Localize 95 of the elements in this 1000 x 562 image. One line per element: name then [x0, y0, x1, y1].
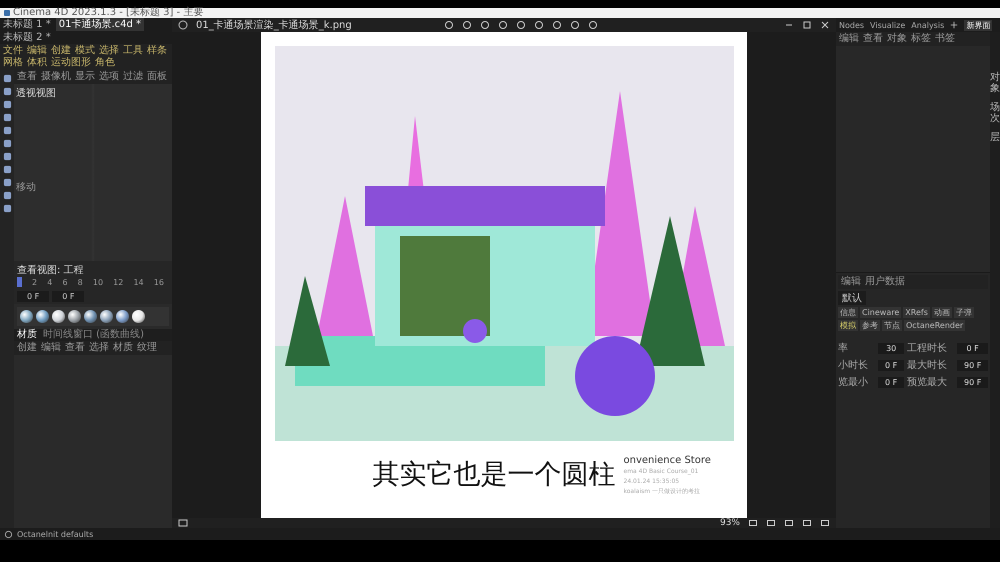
window-title: Cinema 4D 2023.1.3 - [未标题 3] - 主要 [13, 8, 204, 18]
material-ball[interactable] [52, 310, 65, 323]
tick-label: 12 [113, 277, 124, 289]
tick-label: 4 [47, 277, 52, 289]
attribute-tab[interactable]: 模拟 [838, 320, 858, 331]
menu-item[interactable]: 编辑 [841, 276, 861, 288]
material-ball[interactable] [116, 310, 129, 323]
value-field[interactable]: 0 F [957, 342, 988, 354]
side-tab[interactable]: 对象 [990, 72, 1000, 94]
preset-dropdown[interactable]: 默认 [838, 291, 866, 305]
menu-item[interactable]: 选择 [89, 342, 109, 354]
frame-field[interactable]: 0 F [17, 291, 50, 302]
side-tab[interactable]: 场次 [990, 102, 1000, 124]
menu-item[interactable]: 材质 [113, 342, 133, 354]
view-menu-item[interactable]: 查看 [17, 71, 37, 83]
field-label: 预览最大 [906, 376, 948, 389]
menu-item[interactable]: 角色 [95, 57, 115, 69]
zoom-level: 93% [720, 518, 740, 528]
layout-tab[interactable]: Nodes [839, 20, 864, 30]
frame-field[interactable]: 0 F [52, 291, 84, 302]
maximize-icon[interactable] [802, 20, 812, 30]
menu-item[interactable]: 编辑 [41, 342, 61, 354]
material-ball[interactable] [20, 310, 33, 323]
tool-label: 移动 [16, 181, 37, 194]
material-ball[interactable] [100, 310, 113, 323]
field-label: 小时长 [838, 358, 869, 372]
field-label: 率 [838, 342, 849, 355]
menu-item[interactable]: 纹理 [137, 342, 157, 354]
attribute-tab[interactable]: XRefs [903, 307, 930, 318]
view-menu-item[interactable]: 过滤 [123, 71, 143, 83]
image-heading: onvenience Store [624, 455, 711, 466]
plus-icon[interactable] [950, 21, 958, 29]
document-tab[interactable]: 01卡通场景.c4d * [56, 18, 144, 31]
attribute-tab[interactable]: 动画 [932, 307, 952, 318]
attribute-tab[interactable]: 子弹 [954, 307, 974, 318]
tick-label: 8 [78, 277, 83, 289]
side-tab[interactable]: 层 [990, 132, 1000, 143]
field-label: 工程时长 [906, 342, 948, 355]
timeline-title: 查看视图: 工程 [17, 264, 85, 277]
material-ball[interactable] [68, 310, 81, 323]
view-menu-item[interactable]: 显示 [75, 71, 95, 83]
menu-item[interactable]: 书签 [935, 33, 955, 45]
view-menu-item[interactable]: 面板 [147, 71, 167, 83]
material-ball[interactable] [36, 310, 49, 323]
file-name: 01_卡通场景渲染_卡通场景_k.png [196, 18, 353, 32]
menu-item[interactable]: 样条 [147, 45, 167, 57]
tick-label: 2 [32, 277, 38, 289]
close-icon[interactable] [820, 20, 830, 30]
material-ball[interactable] [84, 310, 97, 323]
view-menu-item[interactable]: 选项 [99, 71, 119, 83]
viewport-label: 透视视图 [16, 88, 56, 99]
view-menu-item[interactable]: 摄像机 [41, 71, 71, 83]
menu-item[interactable]: 模式 [75, 45, 95, 57]
value-field[interactable]: 30 [878, 342, 904, 354]
field-label: 览最小 [838, 376, 869, 389]
menu-item[interactable]: 编辑 [27, 45, 47, 57]
attribute-tab[interactable]: OctaneRender [904, 320, 966, 331]
status-icon[interactable] [4, 530, 13, 538]
field-label: 最大时长 [906, 358, 948, 372]
document-tab[interactable]: 未标题 2 * [0, 31, 54, 44]
status-text: Octanelnit defaults [17, 530, 94, 538]
subtitle: 其实它也是一个圆柱 [372, 458, 616, 492]
menu-item[interactable]: 运动图形 [51, 57, 91, 69]
menu-item[interactable]: 工具 [123, 45, 143, 57]
attribute-tab[interactable]: 信息 [838, 307, 858, 318]
menu-item[interactable]: 查看 [863, 33, 883, 45]
layout-tab[interactable]: Visualize [870, 20, 906, 30]
menu-item[interactable]: 对象 [887, 33, 907, 45]
timeline-ruler[interactable]: 2 4 6 8 10 12 14 16 [17, 277, 169, 289]
material-ball[interactable] [132, 310, 145, 323]
menu-item[interactable]: 创建 [51, 45, 71, 57]
menu-item[interactable]: 文件 [3, 45, 23, 57]
menu-item[interactable]: 编辑 [839, 33, 859, 45]
layout-tab[interactable]: Analysis [911, 20, 944, 30]
value-field[interactable]: 0 F [878, 376, 904, 388]
layout-selector[interactable]: 新界面 [964, 20, 992, 30]
menu-item[interactable]: 创建 [17, 342, 37, 354]
attribute-tab[interactable]: Cineware [860, 307, 902, 318]
tick-label: 10 [92, 277, 104, 289]
tick-label: 14 [133, 277, 144, 289]
panel-tab[interactable]: 材质 [17, 329, 37, 341]
value-field[interactable]: 0 F [878, 360, 904, 370]
menu-item[interactable]: 网格 [3, 57, 23, 69]
menu-item[interactable]: 选择 [99, 45, 119, 57]
tick-label: 16 [154, 277, 164, 289]
attribute-tab[interactable]: 节点 [882, 320, 902, 331]
attribute-tab[interactable]: 参考 [860, 320, 880, 331]
value-field[interactable]: 90 F [957, 360, 988, 370]
document-tab[interactable]: 未标题 1 * [0, 18, 54, 31]
tick-label: 6 [62, 277, 68, 289]
menu-item[interactable]: 标签 [911, 33, 931, 45]
menu-item[interactable]: 体积 [27, 57, 47, 69]
value-field[interactable]: 90 F [957, 376, 988, 388]
menu-item[interactable]: 查看 [65, 342, 85, 354]
menu-item[interactable]: 用户数据 [865, 276, 905, 288]
